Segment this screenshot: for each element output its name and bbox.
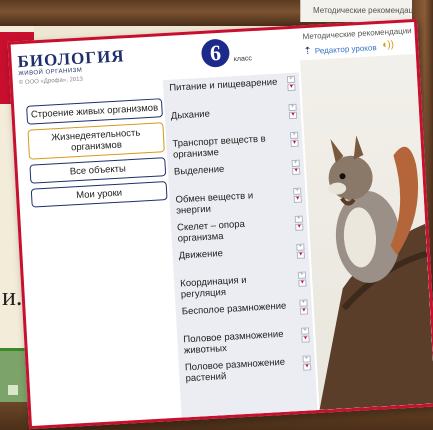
topic-label: Половое размножение растений (184, 356, 286, 385)
nav-button-my-lessons[interactable]: Мои уроки (30, 181, 168, 208)
grade-label: класс (233, 55, 253, 64)
topic-controls: + ▾ (297, 271, 307, 287)
topic-controls: + ▾ (291, 159, 301, 176)
chevron-down-icon[interactable]: ▾ (288, 111, 298, 120)
expand-icon[interactable]: + (289, 131, 299, 140)
topic-label: Скелет – опора организма (176, 218, 246, 245)
grade-badge: 6 (200, 38, 231, 68)
lesson-editor-label: Редактор уроков (314, 43, 377, 56)
topic-controls: + ▾ (286, 75, 296, 92)
topic-controls: + ▾ (289, 131, 299, 148)
chevron-down-icon[interactable]: ▾ (302, 363, 312, 371)
chevron-down-icon[interactable]: ▾ (298, 279, 307, 287)
topic-controls: + ▾ (299, 299, 309, 315)
app-screen: БИОЛОГИЯ ЖИВОЙ ОРГАНИЗМ © ООО «Дрофа», 2… (7, 18, 433, 430)
chevron-down-icon[interactable]: ▾ (299, 307, 309, 315)
topic-label: Обмен веществ и энергии (175, 190, 254, 217)
content-panel: Методические рекомендации ⇡ Редактор урок… (298, 22, 433, 410)
chevron-down-icon[interactable]: ▾ (291, 167, 301, 176)
chevron-down-icon[interactable]: ▾ (290, 139, 299, 148)
nav-button-all-objects[interactable]: Все объекты (29, 157, 167, 184)
topic-controls: + ▾ (294, 215, 304, 231)
chevron-down-icon[interactable]: ▾ (296, 251, 306, 259)
expand-icon[interactable]: + (294, 215, 304, 223)
topic-label: Дыхание (170, 108, 211, 122)
squirrel-illustration (319, 135, 433, 410)
chevron-down-icon[interactable]: ▾ (287, 83, 296, 92)
expand-icon[interactable]: + (299, 299, 308, 307)
topic-label: Половое размножение животных (183, 328, 284, 357)
expand-icon[interactable]: + (286, 75, 296, 84)
thumbnail-icon (8, 385, 18, 395)
topic-label: Движение (178, 248, 224, 262)
section-nav: Строение живых организмов Жизнедеятельно… (26, 98, 168, 212)
brand: БИОЛОГИЯ ЖИВОЙ ОРГАНИЗМ © ООО «Дрофа», 2… (17, 46, 126, 86)
topic-label: Координация и регуляция (179, 274, 247, 301)
chevron-down-icon[interactable]: ▾ (293, 195, 302, 204)
nav-button-life-processes[interactable]: Жизнедеятельность организмов (27, 122, 165, 160)
expand-icon[interactable]: + (300, 327, 310, 335)
topic-controls: + ▾ (302, 355, 312, 371)
chevron-down-icon[interactable]: ▾ (301, 335, 310, 343)
expand-icon[interactable]: + (293, 187, 302, 196)
top-strip-text: Методические рекомендации (313, 6, 423, 15)
topic-controls: + ▾ (293, 187, 302, 204)
topic-controls: + ▾ (300, 327, 310, 343)
topic-label: Транспорт веществ в организме (172, 133, 267, 161)
topic-label: Питание и пищеварение (169, 76, 278, 94)
background-text-fragment: и. (2, 282, 23, 311)
topic-controls: + ▾ (288, 103, 298, 120)
expand-icon[interactable]: + (288, 103, 297, 112)
expand-icon[interactable]: + (296, 243, 305, 251)
topic-label: Бесполое размножение (181, 300, 287, 318)
expand-icon[interactable]: + (302, 355, 311, 363)
speaker-icon[interactable]: ◖)) (381, 39, 398, 52)
squirrel-photo (299, 53, 433, 410)
topic-controls: + ▾ (296, 243, 306, 259)
lesson-editor-link[interactable]: ⇡ Редактор уроков (303, 42, 377, 57)
topic-list: Питание и пищеварение + ▾ Дыхание + ▾ Тран… (162, 72, 318, 420)
chevron-down-icon[interactable]: ▾ (295, 223, 304, 231)
topic-label: Выделение (173, 163, 225, 178)
nav-button-structure[interactable]: Строение живых организмов (26, 98, 163, 125)
expand-icon[interactable]: + (291, 159, 300, 168)
arrow-up-icon: ⇡ (303, 45, 313, 58)
expand-icon[interactable]: + (297, 271, 307, 279)
